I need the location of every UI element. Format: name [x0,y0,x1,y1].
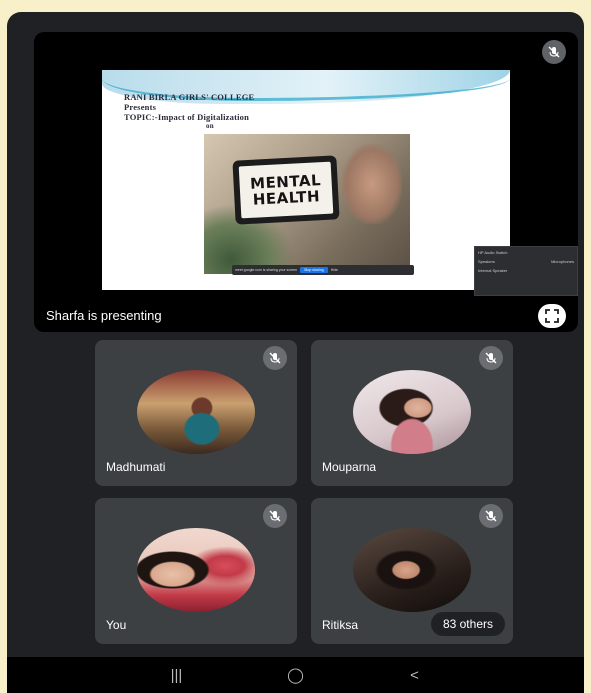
participant-name: Mouparna [322,460,377,474]
fullscreen-button[interactable] [538,304,566,328]
home-icon[interactable]: ◯ [276,666,316,684]
mic-off-icon [263,504,287,528]
audio-speakers-tab[interactable]: Speakers [478,259,495,264]
participant-tile-you[interactable]: You [95,498,297,644]
participant-tile-ritiksa[interactable]: Ritiksa 83 others [311,498,513,644]
hide-share-bar-button[interactable]: Hide [331,268,338,272]
fullscreen-icon [545,309,559,323]
meet-window: RANI BIRLA GIRLS' COLLEGE Presents TOPIC… [7,12,584,693]
audio-internal-speaker[interactable]: Internal Speaker [478,268,574,273]
avatar [137,370,255,454]
participant-tile-mouparna[interactable]: Mouparna [311,340,513,486]
participant-name: Madhumati [106,460,166,474]
audio-switch-popup: HP Audio Switch Speakers Microphones Int… [474,246,578,296]
avatar [353,370,471,454]
slide-on: on [206,122,214,130]
others-count-badge[interactable]: 83 others [430,612,505,636]
audio-popup-title: HP Audio Switch [478,250,508,255]
mic-off-icon [542,40,566,64]
mental-health-photo: MENTAL HEALTH [204,134,410,274]
presentation-panel[interactable]: RANI BIRLA GIRLS' COLLEGE Presents TOPIC… [34,32,578,332]
shared-slide: RANI BIRLA GIRLS' COLLEGE Presents TOPIC… [102,70,510,290]
avatar [353,528,471,612]
presenter-caption: Sharfa is presenting [46,308,162,323]
mic-off-icon [263,346,287,370]
share-bar-message: meet.google.com is sharing your screen [235,268,298,272]
participant-name: You [106,618,127,632]
stop-sharing-button[interactable]: Stop sharing [300,267,328,273]
slide-presents: Presents [124,102,157,112]
audio-microphones-tab[interactable]: Microphones [551,259,574,264]
back-icon[interactable]: < [395,667,435,684]
avatar [137,528,255,612]
participant-name: Ritiksa [322,618,359,632]
tablet-screen: MENTAL HEALTH [238,161,334,219]
mic-off-icon [479,346,503,370]
recents-icon[interactable]: ||| [157,667,197,684]
photo-tablet: MENTAL HEALTH [232,155,340,225]
photo-hand [342,144,402,224]
slide-topic: TOPIC:-Impact of Digitalization [124,112,250,122]
tablet-text-health: HEALTH [252,187,321,209]
screen-share-bar: meet.google.com is sharing your screen S… [232,265,414,275]
system-nav-bar: ||| ◯ < [7,657,584,693]
participant-tile-madhumati[interactable]: Madhumati [95,340,297,486]
slide-college-title: RANI BIRLA GIRLS' COLLEGE [124,92,255,102]
mic-off-icon [479,504,503,528]
